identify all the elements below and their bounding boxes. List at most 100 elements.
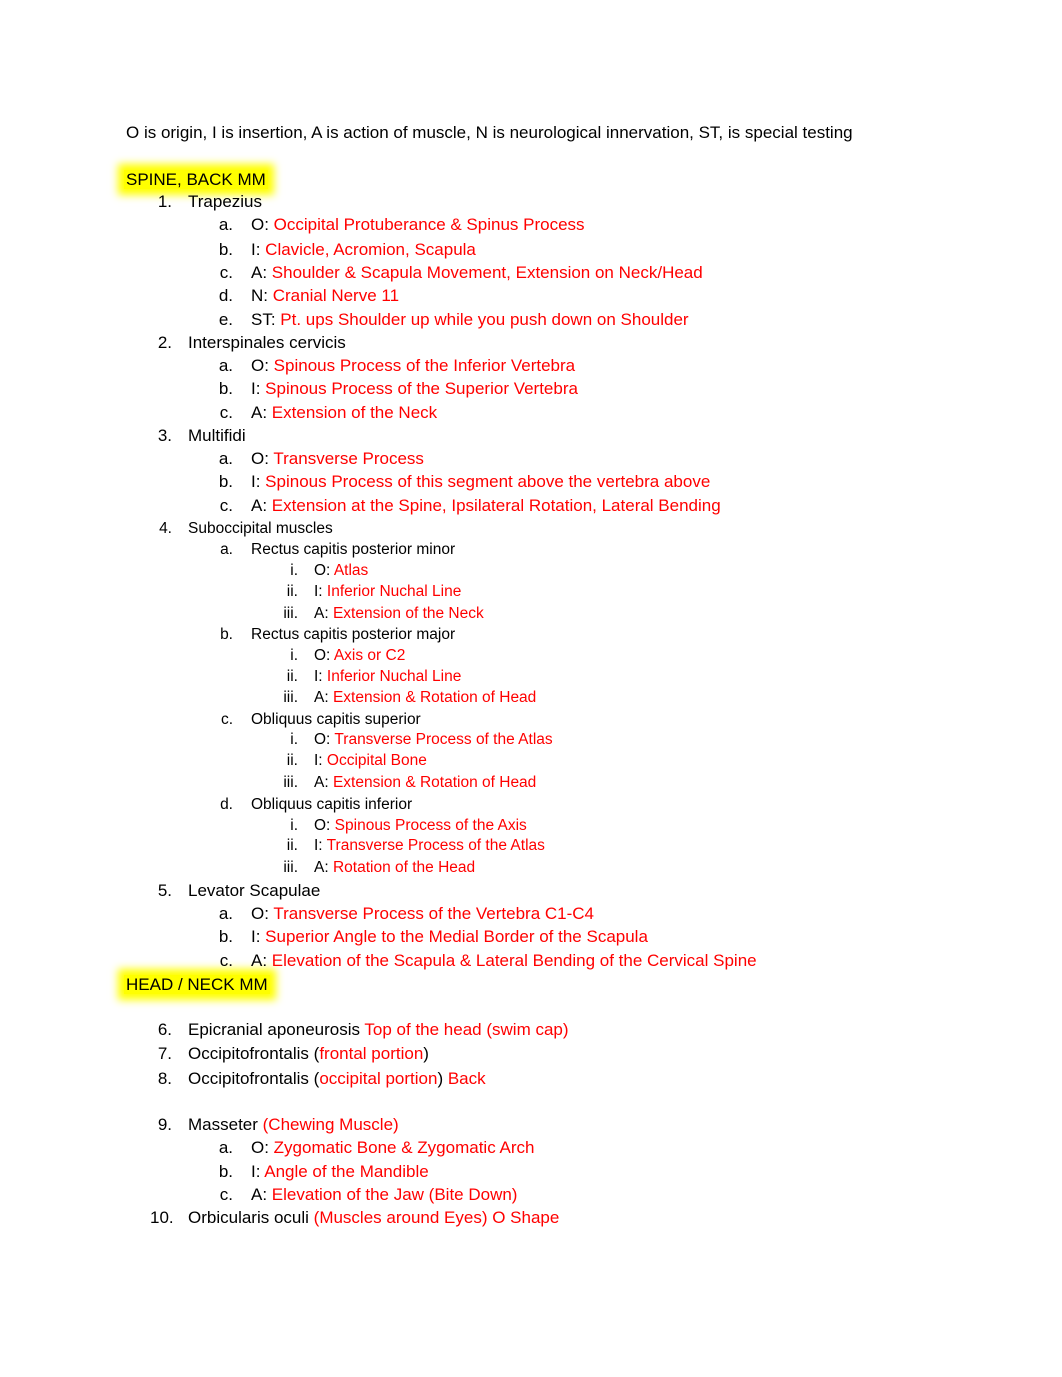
list-marker: b. xyxy=(218,379,233,398)
list-marker: b. xyxy=(220,626,233,643)
item-label-suffix: ) xyxy=(437,1069,448,1088)
list-item-text: I: Spinous Process of the Superior Verte… xyxy=(251,379,578,399)
list-marker: 8. xyxy=(157,1069,172,1088)
item-label: A: xyxy=(314,774,333,791)
list-item-text: Levator Scapulae xyxy=(188,881,320,901)
list-marker: c. xyxy=(219,263,233,282)
item-answer: Zygomatic Bone & Zygomatic Arch xyxy=(273,1138,535,1157)
list-item-text: A: Extension & Rotation of Head xyxy=(314,688,536,708)
list-marker: 5. xyxy=(157,881,172,900)
list-item-text: I: Transverse Process of the Atlas xyxy=(314,836,545,856)
item-answer: Elevation of the Scapula & Lateral Bendi… xyxy=(271,951,757,970)
list-marker: a. xyxy=(218,1138,233,1157)
item-label: A: xyxy=(251,263,272,282)
item-label: I: xyxy=(251,1162,265,1181)
item-label: A: xyxy=(314,605,333,622)
list-item-text: I: Angle of the Mandible xyxy=(251,1162,429,1182)
list-item-text: I: Clavicle, Acromion, Scapula xyxy=(251,240,476,260)
list-marker: 6. xyxy=(157,1020,172,1039)
list-marker: a. xyxy=(220,541,233,558)
list-item-text: I: Inferior Nuchal Line xyxy=(314,582,461,602)
list-item-text: Masseter (Chewing Muscle) xyxy=(188,1115,399,1135)
list-item-text: Obliquus capitis inferior xyxy=(251,795,412,815)
list-item-text: A: Rotation of the Head xyxy=(314,858,475,878)
item-answer: Top of the head (swim cap) xyxy=(364,1020,569,1039)
list-item-text: A: Shoulder & Scapula Movement, Extensio… xyxy=(251,263,703,283)
list-item-text: Occipitofrontalis (frontal portion) xyxy=(188,1044,429,1064)
item-answer: Pt. ups Shoulder up while you push down … xyxy=(280,310,689,329)
list-item-text: Suboccipital muscles xyxy=(188,519,333,539)
item-label: Interspinales cervicis xyxy=(188,333,346,352)
list-item-text: O: Transverse Process xyxy=(251,449,424,469)
list-marker: i. xyxy=(290,562,298,579)
list-marker: a. xyxy=(218,904,233,923)
item-label: I: xyxy=(314,583,327,600)
item-label: Obliquus capitis inferior xyxy=(251,796,413,813)
list-marker: iii. xyxy=(283,605,298,622)
list-item-text: Interspinales cervicis xyxy=(188,333,346,353)
item-answer: Spinous Process of the Inferior Vertebra xyxy=(273,356,576,375)
section-heading-spine-text: SPINE, BACK MM xyxy=(124,170,268,189)
item-label: Rectus capitis posterior major xyxy=(251,626,456,643)
list-marker: 3. xyxy=(157,426,172,445)
legend-text: O is origin, I is insertion, A is action… xyxy=(126,123,853,142)
item-answer: Transverse Process of the Atlas xyxy=(334,731,553,748)
item-label: O: xyxy=(251,356,274,375)
item-label: Occipitofrontalis ( xyxy=(188,1069,320,1088)
item-label: I: xyxy=(251,927,266,946)
item-answer: Inferior Nuchal Line xyxy=(326,668,462,685)
item-label: I: xyxy=(251,379,266,398)
item-label: A: xyxy=(251,496,272,515)
item-label: I: xyxy=(314,752,327,769)
item-label: A: xyxy=(314,689,333,706)
item-answer: Clavicle, Acromion, Scapula xyxy=(265,240,476,259)
item-label: ST: xyxy=(251,310,281,329)
list-marker: e. xyxy=(218,310,233,329)
list-marker: b. xyxy=(218,240,233,259)
list-marker: c. xyxy=(220,711,233,728)
item-answer: Extension of the Neck xyxy=(332,605,484,622)
item-answer: Spinous Process of this segment above th… xyxy=(265,472,711,491)
item-label: Orbicularis oculi xyxy=(188,1208,314,1227)
item-answer: Extension & Rotation of Head xyxy=(332,774,537,791)
section-heading-head-text: HEAD / NECK MM xyxy=(124,975,270,994)
item-answer: Elevation of the Jaw (Bite Down) xyxy=(271,1185,518,1204)
list-item-text: Epicranial aponeurosis Top of the head (… xyxy=(188,1020,569,1040)
item-label: Epicranial aponeurosis xyxy=(188,1020,365,1039)
list-item-text: Trapezius xyxy=(188,192,262,212)
list-marker: iii. xyxy=(283,859,298,876)
list-item-text: Rectus capitis posterior major xyxy=(251,625,455,645)
list-marker: iii. xyxy=(283,689,298,706)
item-answer-extra: Back xyxy=(447,1069,486,1088)
item-answer: Superior Angle to the Medial Border of t… xyxy=(265,927,648,946)
list-marker: c. xyxy=(219,1185,233,1204)
item-answer: Cranial Nerve 11 xyxy=(272,286,400,305)
item-label: O: xyxy=(251,904,274,923)
item-label: N: xyxy=(251,286,273,305)
item-answer: Axis or C2 xyxy=(333,647,406,664)
item-answer: Transverse Process of the Atlas xyxy=(326,837,545,854)
list-item-text: O: Axis or C2 xyxy=(314,646,405,666)
list-item-text: O: Zygomatic Bone & Zygomatic Arch xyxy=(251,1138,534,1158)
list-marker: iii. xyxy=(283,774,298,791)
list-item-text: I: Spinous Process of this segment above… xyxy=(251,472,710,492)
item-label: O: xyxy=(314,817,335,834)
item-answer: Angle of the Mandible xyxy=(264,1162,429,1181)
item-answer: Shoulder & Scapula Movement, Extension o… xyxy=(271,263,703,282)
item-answer: (Muscles around Eyes) O Shape xyxy=(313,1208,560,1227)
item-label: O: xyxy=(251,215,274,234)
item-answer: (Chewing Muscle) xyxy=(262,1115,399,1134)
item-label: A: xyxy=(314,859,333,876)
list-marker: c. xyxy=(219,951,233,970)
item-answer: Extension at the Spine, Ipsilateral Rota… xyxy=(271,496,721,515)
list-item-text: A: Elevation of the Jaw (Bite Down) xyxy=(251,1185,517,1205)
item-label: O: xyxy=(251,1138,274,1157)
list-item-text: O: Spinous Process of the Inferior Verte… xyxy=(251,356,575,376)
list-item-text: I: Inferior Nuchal Line xyxy=(314,667,461,687)
item-answer: Transverse Process of the Vertebra C1-C4 xyxy=(273,904,594,923)
list-item-text: I: Superior Angle to the Medial Border o… xyxy=(251,927,648,947)
list-marker: a. xyxy=(218,449,233,468)
list-item-text: Multifidi xyxy=(188,426,246,446)
item-answer: Atlas xyxy=(333,562,369,579)
list-item-text: Obliquus capitis superior xyxy=(251,710,421,730)
